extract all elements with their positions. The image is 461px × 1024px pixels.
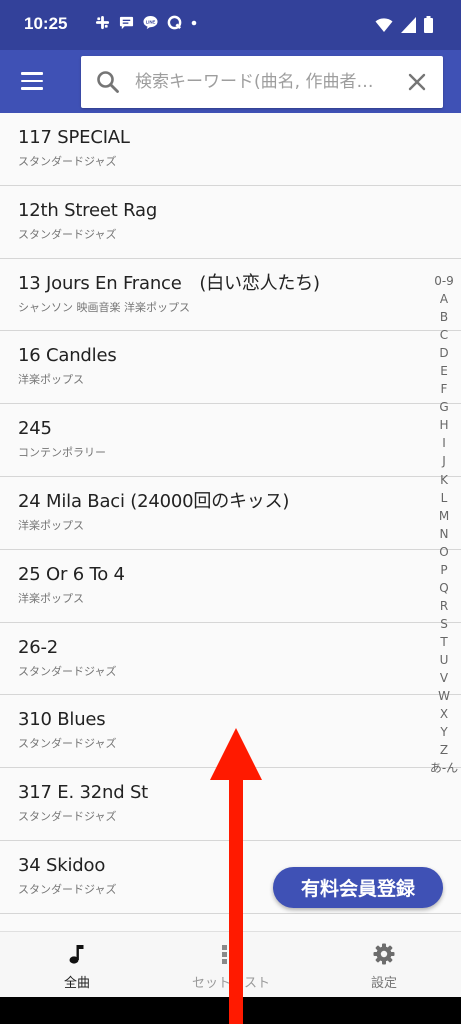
song-list-item[interactable]: 26-2 スタンダードジャズ xyxy=(0,622,461,696)
index-letter[interactable]: G xyxy=(439,398,448,416)
index-letter[interactable]: D xyxy=(439,344,448,362)
svg-text:LINE: LINE xyxy=(146,19,156,24)
index-letter[interactable]: O xyxy=(439,543,448,561)
notification-icons: LINE xyxy=(95,15,197,30)
bottom-nav: 全曲 セットリスト 設定 xyxy=(0,931,461,997)
index-letter[interactable]: J xyxy=(442,452,446,470)
index-letter[interactable]: V xyxy=(440,669,448,687)
battery-icon xyxy=(424,16,433,33)
index-letter[interactable]: C xyxy=(440,326,448,344)
song-list-item[interactable] xyxy=(0,913,461,931)
song-list: 117 SPECIAL スタンダードジャズ 12th Street Rag スタンダー… xyxy=(0,113,461,931)
premium-signup-button[interactable]: 有料会員登録 xyxy=(273,867,443,908)
line-icon: LINE xyxy=(143,15,158,30)
index-letter[interactable]: T xyxy=(440,633,447,651)
index-letter[interactable]: Y xyxy=(440,723,447,741)
index-letter[interactable]: I xyxy=(442,434,446,452)
song-title: 13 Jours En France (白い恋人たち) xyxy=(18,272,320,294)
index-letter[interactable]: K xyxy=(440,471,448,489)
song-genre: シャンソン 映画音楽 洋楽ポップス xyxy=(18,300,190,314)
song-list-item[interactable]: 16 Candles 洋楽ポップス xyxy=(0,331,461,405)
hamburger-icon-line xyxy=(21,79,43,83)
index-letter[interactable]: U xyxy=(440,651,449,669)
index-letter[interactable]: B xyxy=(440,308,448,326)
search-icon xyxy=(97,71,119,93)
song-list-item[interactable]: 310 Blues スタンダードジャズ xyxy=(0,695,461,769)
tab-all-songs-label: 全曲 xyxy=(63,976,90,991)
index-letter[interactable]: Q xyxy=(439,579,448,597)
song-genre: 洋楽ポップス xyxy=(18,591,84,605)
signal-icon xyxy=(401,16,416,33)
index-letter[interactable]: X xyxy=(440,705,448,723)
index-letter[interactable]: Z xyxy=(440,741,448,759)
index-letter[interactable]: N xyxy=(440,525,449,543)
song-genre: スタンダードジャズ xyxy=(18,227,117,241)
song-title: 24 Mila Baci (24000回のキッス) xyxy=(18,490,290,512)
alphabet-index[interactable]: 0-9 A B C D E F G H I J K L M N O P Q R S T U V W X Y Z あ-ん xyxy=(424,272,461,777)
song-list-item[interactable]: 24 Mila Baci (24000回のキッス) 洋楽ポップス xyxy=(0,476,461,550)
index-letter[interactable]: R xyxy=(440,597,448,615)
hamburger-icon xyxy=(21,72,43,75)
music-note-icon xyxy=(69,945,84,964)
index-letter[interactable]: F xyxy=(441,380,448,398)
index-letter[interactable]: L xyxy=(441,489,448,507)
song-title: 16 Candles xyxy=(18,345,117,367)
slack-icon xyxy=(95,15,110,30)
status-bar: 10:25 LINE xyxy=(0,0,461,50)
song-title: 117 SPECIAL xyxy=(18,127,130,148)
song-list-item[interactable]: 245 コンテンポラリー xyxy=(0,404,461,477)
tab-settings-label: 設定 xyxy=(370,976,397,991)
song-genre: コンテンポラリー xyxy=(18,446,106,460)
hamburger-icon-line xyxy=(21,87,43,90)
menu-button[interactable] xyxy=(12,61,52,101)
gear-icon xyxy=(373,943,395,965)
song-list-item[interactable]: 117 SPECIAL スタンダードジャズ xyxy=(0,113,461,186)
song-title: 245 xyxy=(18,418,52,440)
status-time: 10:25 xyxy=(24,14,68,33)
song-list-item[interactable]: 317 E. 32nd St スタンダードジャズ xyxy=(0,768,461,841)
index-letter[interactable]: H xyxy=(439,416,448,434)
q-app-icon xyxy=(167,15,182,30)
song-genre: 洋楽ポップス xyxy=(18,373,84,387)
song-genre: スタンダードジャズ xyxy=(18,155,117,168)
song-title: 25 Or 6 To 4 xyxy=(18,563,125,585)
wifi-icon xyxy=(375,17,393,32)
song-genre: スタンダードジャズ xyxy=(18,664,117,678)
song-genre: 洋楽ポップス xyxy=(18,518,84,532)
dot-icon xyxy=(191,20,197,25)
index-letter[interactable]: M xyxy=(439,507,449,525)
song-title: 310 Blues xyxy=(18,709,106,731)
song-list-item[interactable]: 13 Jours En France (白い恋人たち) シャンソン 映画音楽 洋楽… xyxy=(0,258,461,332)
tab-settings[interactable]: 設定 xyxy=(307,932,461,998)
app-bar xyxy=(0,50,461,113)
tab-all-songs[interactable]: 全曲 xyxy=(0,932,154,998)
gesture-bar xyxy=(0,997,461,1024)
song-title: 26-2 xyxy=(18,636,59,658)
index-letter[interactable]: W xyxy=(438,687,450,705)
index-letter[interactable]: あ-ん xyxy=(430,759,458,777)
index-letter[interactable]: S xyxy=(440,615,448,633)
search-input[interactable] xyxy=(135,69,391,95)
chat-bubble-icon xyxy=(119,16,134,30)
index-letter[interactable]: E xyxy=(440,362,448,380)
song-title: 12th Street Rag xyxy=(18,199,158,221)
song-list-item[interactable]: 25 Or 6 To 4 洋楽ポップス xyxy=(0,549,461,623)
system-icons xyxy=(375,16,433,33)
song-genre: スタンダードジャズ xyxy=(18,737,117,751)
song-genre: スタンダードジャズ xyxy=(18,810,117,824)
index-letter[interactable]: P xyxy=(440,561,447,579)
search-box[interactable] xyxy=(81,56,443,108)
song-title: 317 E. 32nd St xyxy=(18,782,149,804)
song-list-item[interactable]: 12th Street Rag スタンダードジャズ xyxy=(0,185,461,259)
tab-setlist[interactable]: セットリスト xyxy=(154,932,308,998)
index-letter[interactable]: 0-9 xyxy=(434,272,454,290)
index-letter[interactable]: A xyxy=(440,290,448,308)
grid-icon xyxy=(222,945,241,964)
tab-setlist-label: セットリスト xyxy=(191,976,270,991)
close-icon[interactable] xyxy=(405,70,429,94)
